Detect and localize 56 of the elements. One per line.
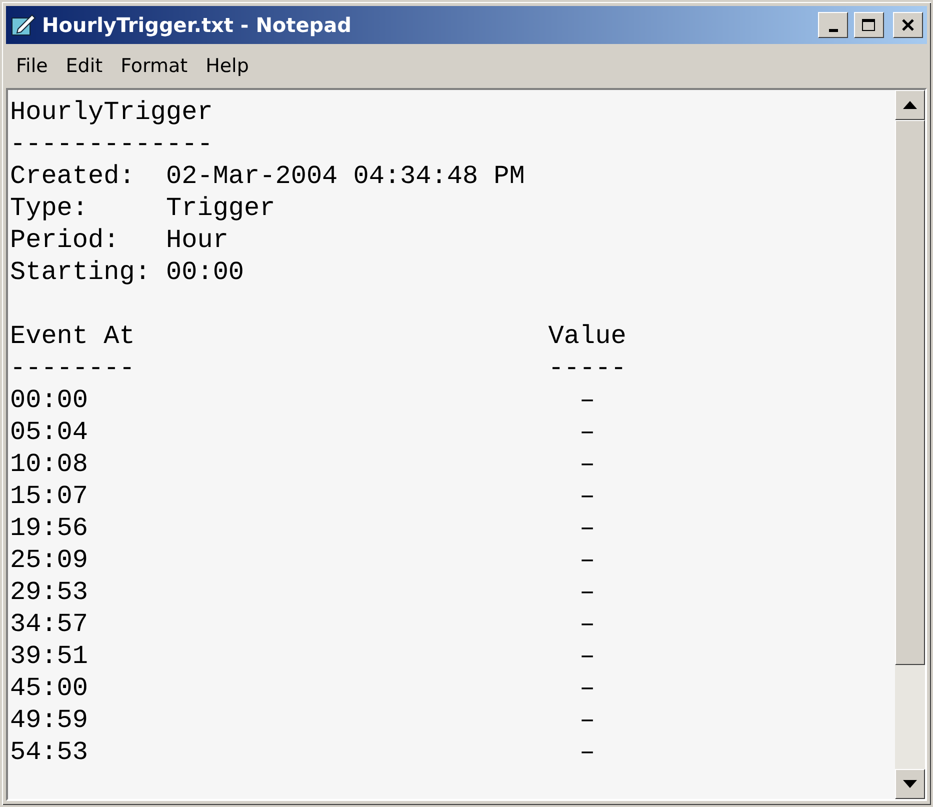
field-value: Trigger bbox=[166, 192, 276, 224]
underline-rule: ----- bbox=[548, 353, 626, 383]
document-title: HourlyTrigger bbox=[10, 97, 213, 127]
event-value: – bbox=[579, 513, 596, 543]
event-value: – bbox=[579, 609, 596, 639]
field-value: 02-Mar-2004 04:34:48 PM bbox=[166, 160, 525, 192]
scroll-up-button[interactable] bbox=[895, 90, 925, 120]
up-arrow-icon bbox=[903, 101, 917, 109]
event-time: 34:57 bbox=[10, 609, 88, 639]
scroll-thumb[interactable] bbox=[895, 120, 925, 665]
event-time: 00:00 bbox=[10, 385, 88, 415]
event-value: – bbox=[579, 449, 596, 479]
maximize-button[interactable] bbox=[854, 12, 884, 38]
close-button[interactable] bbox=[893, 12, 923, 38]
event-value: – bbox=[579, 545, 596, 575]
field-label: Created: bbox=[10, 160, 136, 192]
underline-rule: -------- bbox=[10, 353, 135, 383]
event-time: 10:08 bbox=[10, 449, 88, 479]
event-time: 29:53 bbox=[10, 577, 88, 607]
window-title: HourlyTrigger.txt - Notepad bbox=[42, 12, 352, 39]
event-time: 15:07 bbox=[10, 481, 88, 511]
field-value: 00:00 bbox=[166, 256, 244, 288]
field-label: Type: bbox=[10, 192, 90, 224]
menu-item[interactable]: File bbox=[10, 52, 54, 80]
down-arrow-icon bbox=[903, 780, 917, 788]
event-value: – bbox=[579, 737, 596, 767]
column-heading: Value bbox=[548, 321, 626, 351]
notepad-icon bbox=[10, 13, 36, 37]
event-value: – bbox=[579, 417, 596, 447]
field-label: Starting: bbox=[10, 256, 152, 288]
event-time: 25:09 bbox=[10, 545, 88, 575]
field-value: Hour bbox=[166, 224, 228, 256]
close-icon bbox=[901, 18, 915, 32]
event-time: 45:00 bbox=[10, 673, 88, 703]
event-time: 05:04 bbox=[10, 417, 88, 447]
scroll-down-button[interactable] bbox=[895, 769, 925, 799]
field-label: Period: bbox=[10, 224, 120, 256]
event-time: 54:53 bbox=[10, 737, 88, 767]
event-value: – bbox=[579, 673, 596, 703]
event-value: – bbox=[579, 641, 596, 671]
minimize-icon bbox=[828, 28, 838, 32]
maximize-icon bbox=[861, 18, 877, 32]
event-value: – bbox=[579, 577, 596, 607]
menu-item[interactable]: Edit bbox=[60, 52, 109, 80]
event-value: – bbox=[579, 385, 596, 415]
column-heading: Event At bbox=[10, 321, 135, 351]
event-value: – bbox=[579, 481, 596, 511]
event-value: – bbox=[579, 705, 596, 735]
scrollbar[interactable] bbox=[895, 90, 925, 799]
minimize-button[interactable] bbox=[818, 12, 848, 38]
menu-item[interactable]: Format bbox=[114, 52, 194, 80]
event-time: 19:56 bbox=[10, 513, 88, 543]
underline-rule: ------------- bbox=[10, 129, 213, 159]
event-time: 39:51 bbox=[10, 641, 88, 671]
menu-item[interactable]: Help bbox=[200, 52, 255, 80]
event-time: 49:59 bbox=[10, 705, 88, 735]
